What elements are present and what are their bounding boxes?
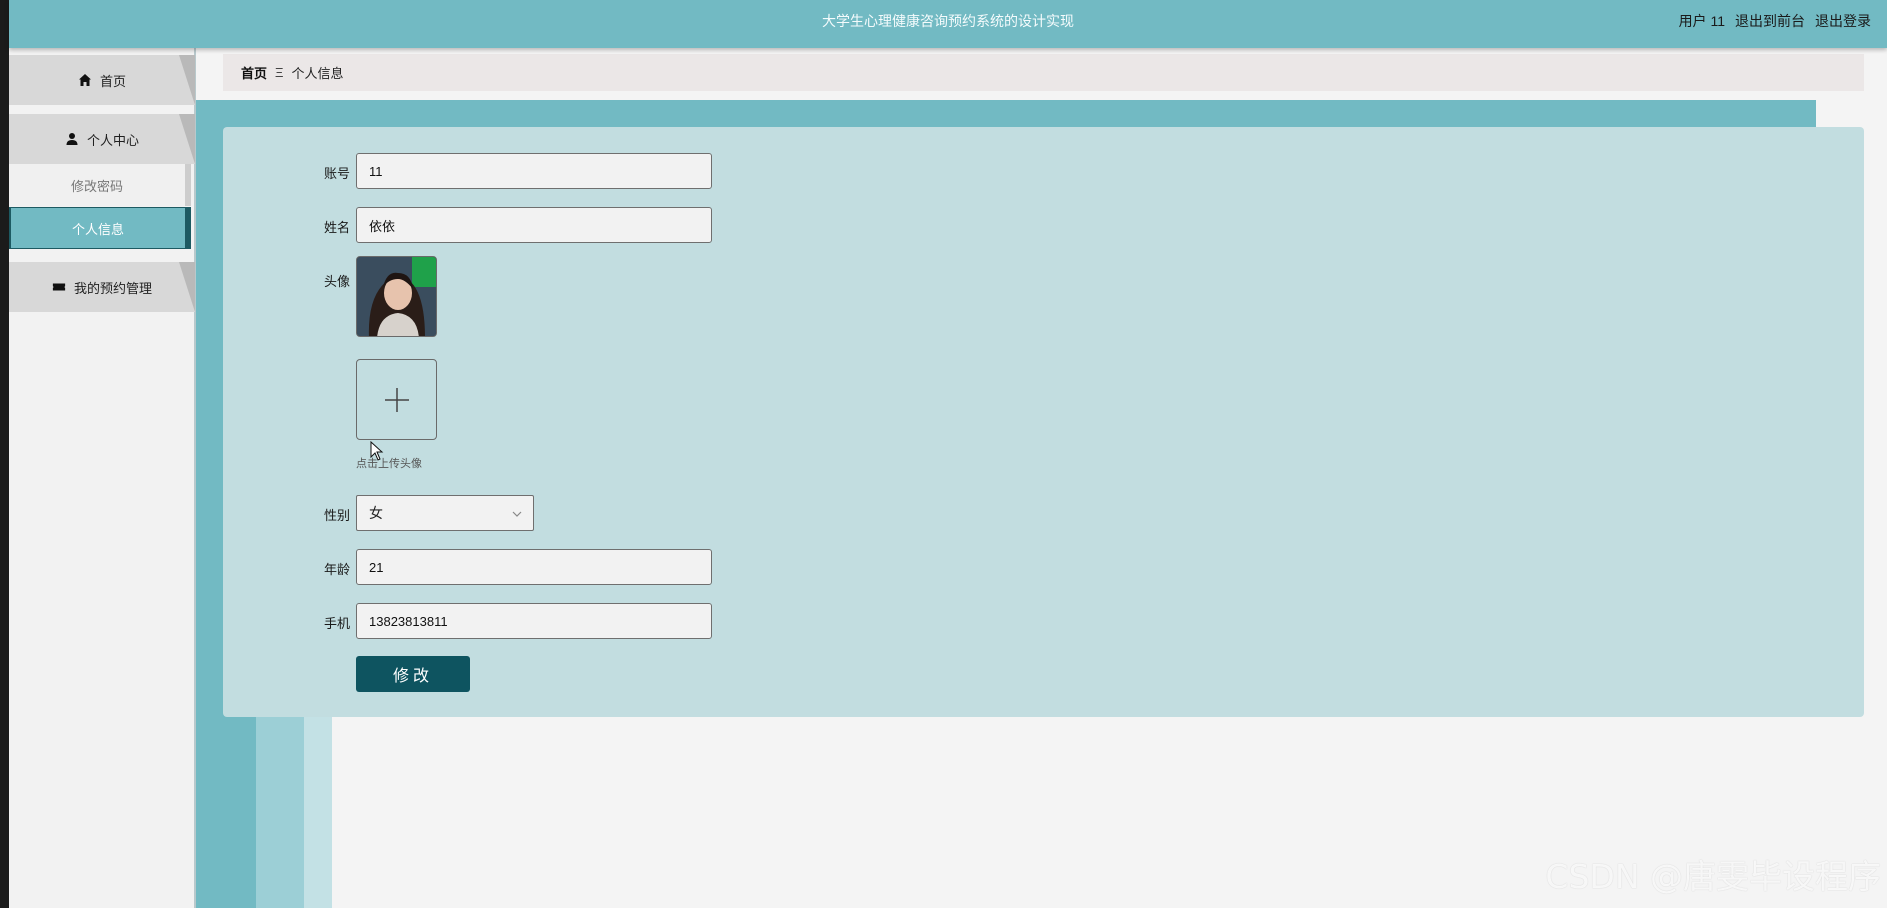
header-actions: 用户 11 退出到前台 退出登录 — [1679, 11, 1871, 31]
current-user-label: 用户 11 — [1678, 13, 1725, 29]
sidebar-item-my-appointments[interactable]: 我的预约管理 — [9, 262, 195, 312]
plus-icon — [384, 387, 409, 412]
gender-selected-value: 女 — [369, 505, 383, 521]
breadcrumb-home[interactable]: 首页 — [241, 63, 267, 82]
window-edge-strip — [0, 0, 9, 908]
breadcrumb: 首页 Ξ 个人信息 — [223, 54, 1864, 91]
home-icon — [78, 73, 92, 87]
gender-select[interactable]: 女 — [356, 495, 534, 531]
sidebar-subitem-label: 修改密码 — [70, 178, 123, 194]
name-input[interactable] — [356, 207, 712, 243]
breadcrumb-current: 个人信息 — [291, 66, 344, 81]
logout-link[interactable]: 退出登录 — [1815, 11, 1871, 31]
top-header: 大学生心理健康咨询预约系统的设计实现 用户 11 退出到前台 退出登录 — [9, 0, 1887, 48]
avatar-image — [357, 257, 436, 336]
account-label: 账号 — [323, 166, 350, 181]
phone-label: 手机 — [323, 616, 350, 631]
sidebar: 首页 个人中心 修改密码 个人信息 我的预约管理 — [9, 48, 196, 908]
mouse-cursor-icon — [370, 441, 384, 461]
sidebar-item-label: 我的预约管理 — [73, 280, 152, 296]
age-label: 年龄 — [323, 562, 350, 577]
sidebar-subitem-personal-info[interactable]: 个人信息 — [9, 207, 191, 249]
content-background-strip — [304, 700, 332, 908]
name-label: 姓名 — [323, 220, 350, 235]
sidebar-item-label: 首页 — [99, 73, 126, 89]
upload-hint: 点击上传头像 — [356, 458, 422, 470]
gender-label: 性别 — [323, 508, 350, 523]
age-input[interactable] — [356, 549, 712, 585]
avatar — [356, 256, 437, 337]
phone-input[interactable] — [356, 603, 712, 639]
app-title: 大学生心理健康咨询预约系统的设计实现 — [822, 13, 1074, 29]
content-background-strip — [256, 700, 304, 908]
breadcrumb-separator: Ξ — [275, 65, 284, 80]
sidebar-item-home[interactable]: 首页 — [9, 55, 195, 105]
submit-button[interactable]: 修改 — [356, 656, 470, 692]
sidebar-item-label: 个人中心 — [86, 132, 139, 148]
avatar-label: 头像 — [323, 274, 350, 289]
sidebar-subitem-label: 个人信息 — [71, 221, 124, 237]
sidebar-subitem-change-password[interactable]: 修改密码 — [9, 164, 191, 206]
chevron-down-icon — [512, 511, 522, 517]
watermark: CSDN @唐雯毕设程序 — [1545, 857, 1881, 896]
user-icon — [65, 132, 79, 146]
account-input[interactable] — [356, 153, 712, 189]
avatar-upload-button[interactable] — [356, 359, 437, 440]
ticket-icon — [52, 280, 66, 294]
exit-to-front-link[interactable]: 退出到前台 — [1735, 11, 1805, 31]
sidebar-item-personal-center[interactable]: 个人中心 — [9, 114, 195, 164]
